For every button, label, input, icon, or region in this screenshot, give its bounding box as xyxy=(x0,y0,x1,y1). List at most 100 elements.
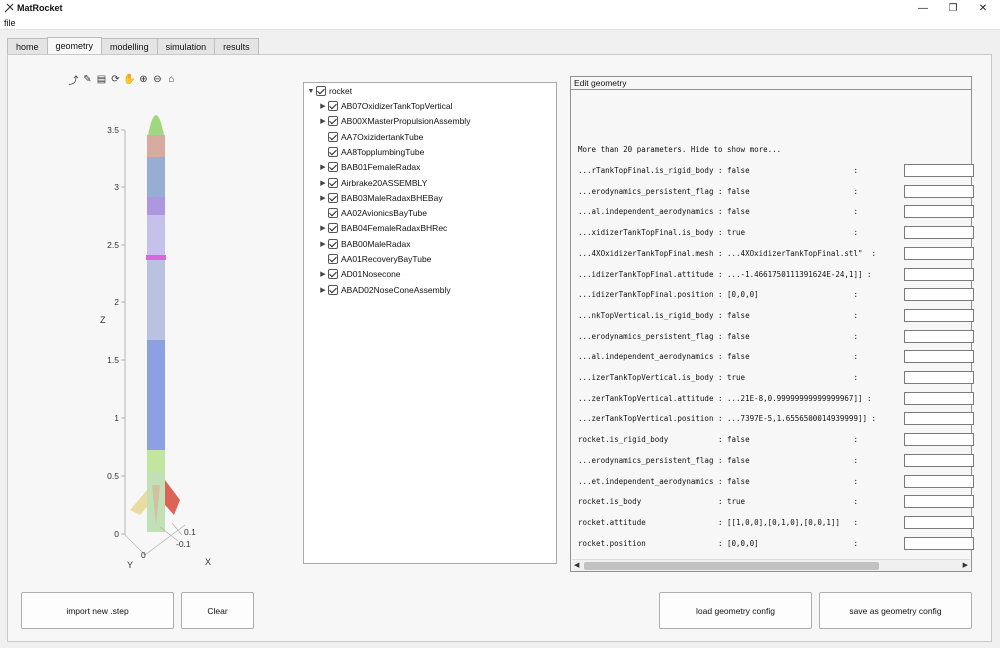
tree-item[interactable]: ▶ BAB03MaleRadaxBHEBay xyxy=(318,191,443,205)
expand-icon[interactable]: ▶ xyxy=(318,286,328,294)
parameter-row: ...et.independent_aerodynamics : false : xyxy=(578,476,858,486)
tree-item[interactable]: AA7OxizidertankTube xyxy=(318,130,423,144)
zoom-out-icon[interactable]: ⊖ xyxy=(151,73,164,86)
parameter-row: ...zerTankTopVertical.position : ...7397… xyxy=(578,414,877,424)
brush-icon[interactable]: ✎ xyxy=(81,73,94,86)
parameter-row: ...erodynamics_persistent_flag : false : xyxy=(578,186,858,196)
tree-item-checkbox[interactable] xyxy=(328,254,338,264)
tab-results[interactable]: results xyxy=(214,38,259,55)
tab-home[interactable]: home xyxy=(7,38,48,55)
parameter-value-input[interactable] xyxy=(904,205,974,219)
tree-item-checkbox[interactable] xyxy=(328,101,338,111)
parameter-value-input[interactable] xyxy=(904,536,974,550)
tab-simulation[interactable]: simulation xyxy=(156,38,216,55)
tree-item-checkbox[interactable] xyxy=(328,269,338,280)
tree-item-checkbox[interactable] xyxy=(328,208,338,219)
rocket-3d-plot[interactable]: 3.5 3 2.5 2 1.5 1 0.5 0 Z 0 0.1 -0.1 Y X xyxy=(90,95,240,575)
tree-item[interactable]: ▶ AD01Nosecone xyxy=(318,267,401,281)
datatip-icon[interactable]: ▤ xyxy=(95,73,108,86)
import-step-button[interactable]: import new .step xyxy=(21,592,174,629)
maximize-button[interactable]: ❐ xyxy=(938,0,968,16)
zoom-in-icon[interactable]: ⊕ xyxy=(137,73,150,86)
tree-root-row[interactable]: ▼ rocket xyxy=(306,84,352,98)
parameter-value-input[interactable] xyxy=(904,164,974,177)
menu-bar: file xyxy=(0,16,1000,30)
title-bar: MatRocket — ❐ ✕ xyxy=(0,0,1000,16)
load-geometry-config-button[interactable]: load geometry config xyxy=(659,592,812,629)
z-tick-label: 3 xyxy=(114,182,119,192)
home-view-icon[interactable]: ⌂ xyxy=(165,73,178,86)
parameter-value-input[interactable] xyxy=(904,453,974,467)
close-button[interactable]: ✕ xyxy=(968,0,998,16)
parameter-value-input[interactable] xyxy=(904,267,974,281)
parameter-value-input[interactable] xyxy=(904,391,974,405)
parameter-value-input[interactable] xyxy=(904,226,974,240)
expand-icon[interactable]: ▶ xyxy=(318,163,328,171)
expand-icon[interactable]: ▶ xyxy=(318,194,328,202)
parameter-value-input[interactable] xyxy=(904,350,974,364)
scroll-right-icon[interactable]: ▶ xyxy=(963,561,968,569)
scroll-left-icon[interactable]: ◀ xyxy=(574,561,579,569)
export-icon[interactable]: ⤴ xyxy=(67,73,80,87)
parameter-value-input[interactable] xyxy=(904,515,974,529)
expand-icon[interactable]: ▶ xyxy=(318,179,328,187)
tree-item-checkbox[interactable] xyxy=(328,238,338,249)
parameter-row: rocket.attitude : [[1,0,0],[0,1,0],[0,0,… xyxy=(578,517,858,527)
component-tree[interactable]: ▼ rocket ▶ AB07OxidizerTankTopVertical ▶ AB… xyxy=(303,82,557,564)
tree-item[interactable]: ▶ BAB00MaleRadax xyxy=(318,237,410,251)
parameter-value-input[interactable] xyxy=(904,329,974,343)
tree-item-checkbox[interactable] xyxy=(328,146,338,157)
tree-item[interactable]: ▶ Airbrake20ASSEMBLY xyxy=(318,176,427,190)
tree-item-checkbox[interactable] xyxy=(328,131,338,142)
tree-item-label: AD01Nosecone xyxy=(341,269,401,280)
horizontal-scrollbar[interactable]: ◀ ▶ xyxy=(572,559,970,571)
minimize-button[interactable]: — xyxy=(908,0,938,16)
tree-item-checkbox[interactable] xyxy=(328,177,338,188)
parameter-value-input[interactable] xyxy=(904,308,974,322)
pan-icon[interactable]: ✋ xyxy=(123,73,136,86)
tree-item-checkbox[interactable] xyxy=(328,223,338,234)
expand-icon[interactable]: ▶ xyxy=(318,240,328,248)
tree-item[interactable]: ▶ BAB04FemaleRadaxBHRec xyxy=(318,221,447,235)
tree-item-checkbox[interactable] xyxy=(328,116,338,127)
parameter-value-input[interactable] xyxy=(904,412,974,426)
parameter-row: ...idizerTankTopFinal.position : [0,0,0]… xyxy=(578,290,858,300)
tree-item-checkbox[interactable] xyxy=(328,284,338,295)
clear-button[interactable]: Clear xyxy=(181,592,254,629)
parameter-value-input[interactable] xyxy=(904,246,974,260)
rotate-icon[interactable]: ⟳ xyxy=(109,73,122,86)
menu-file[interactable]: file xyxy=(4,18,16,28)
save-geometry-config-button[interactable]: save as geometry config xyxy=(819,592,972,629)
tree-item[interactable]: ▶ ABAD02NoseConeAssembly xyxy=(318,283,451,297)
parameter-value-input[interactable] xyxy=(904,184,974,198)
z-tick-labels: 3.5 3 2.5 2 1.5 1 0.5 0 xyxy=(107,125,119,539)
tree-item[interactable]: AA02AvionicsBayTube xyxy=(318,206,427,220)
parameter-row: ...al.independent_aerodynamics : false : xyxy=(578,352,858,362)
expand-icon[interactable]: ▶ xyxy=(318,270,328,278)
x-tick-label: 0.1 xyxy=(184,527,196,537)
parameter-row: ...xidizerTankTopFinal.is_body : true : xyxy=(578,228,858,238)
tree-item-label: AA01RecoveryBayTube xyxy=(341,254,432,264)
scrollbar-thumb[interactable] xyxy=(584,562,879,570)
tab-modelling[interactable]: modelling xyxy=(101,38,158,55)
expand-icon[interactable]: ▶ xyxy=(318,224,328,232)
expand-icon[interactable]: ▶ xyxy=(318,117,328,125)
parameter-value-input[interactable] xyxy=(904,474,974,488)
tree-item-checkbox[interactable] xyxy=(328,192,338,203)
parameter-value-input[interactable] xyxy=(904,433,974,447)
parameter-value-input[interactable] xyxy=(904,288,974,302)
tree-item[interactable]: ▶ AB00XMasterPropulsionAssembly xyxy=(318,114,470,128)
parameter-value-input[interactable] xyxy=(904,495,974,509)
tree-item-label: AA8TopplumbingTube xyxy=(341,146,425,157)
tree-item[interactable]: AA8TopplumbingTube xyxy=(318,145,424,159)
z-tick-label: 2.5 xyxy=(107,240,119,250)
root-checkbox[interactable] xyxy=(316,86,326,96)
tree-item[interactable]: ▶ BAB01FemaleRadax xyxy=(318,160,420,174)
parameter-value-input[interactable] xyxy=(904,371,974,384)
collapse-icon[interactable]: ▼ xyxy=(306,88,316,95)
tree-item-checkbox[interactable] xyxy=(328,162,338,173)
tree-item[interactable]: AA01RecoveryBayTube xyxy=(318,252,431,266)
expand-icon[interactable]: ▶ xyxy=(318,102,328,110)
axes-toolbar: ⤴ ✎ ▤ ⟳ ✋ ⊕ ⊖ ⌂ xyxy=(67,73,178,87)
tree-item[interactable]: ▶ AB07OxidizerTankTopVertical xyxy=(318,99,453,113)
